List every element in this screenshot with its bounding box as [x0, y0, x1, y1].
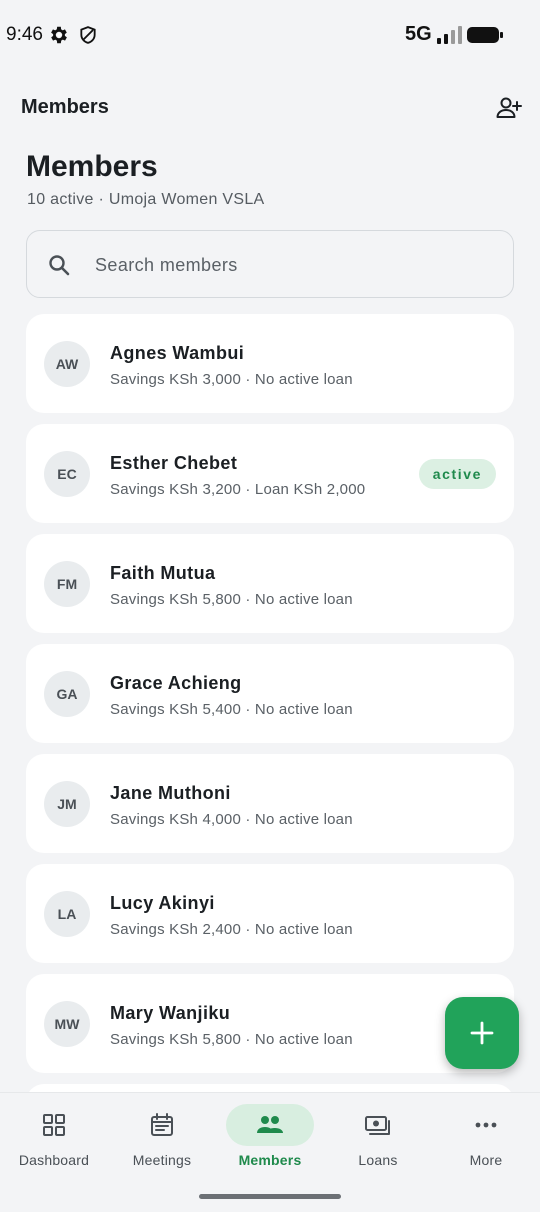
member-meta: Savings KSh 3,200 · Loan KSh 2,000: [110, 481, 366, 498]
status-badge: active: [418, 459, 496, 489]
member-name: Grace Achieng: [110, 673, 242, 693]
nav-item-loans[interactable]: Loans: [324, 1093, 432, 1193]
nav-icon-wrap: [118, 1104, 206, 1146]
nav-label: More: [469, 1152, 503, 1168]
member-meta: Savings KSh 5,400 · No active loan: [110, 701, 353, 718]
avatar: EC: [44, 451, 90, 497]
cash-icon: [365, 1116, 390, 1135]
nav-label: Dashboard: [18, 1152, 90, 1168]
avatar: FM: [44, 561, 90, 607]
add-member-button[interactable]: [490, 90, 528, 126]
gear-icon: [51, 26, 67, 44]
member-card[interactable]: LA Lucy Akinyi Savings KSh 2,400 · No ac…: [26, 864, 514, 963]
signal-icon: [437, 26, 462, 44]
nav-icon-wrap: [226, 1104, 314, 1146]
shield-icon: [80, 26, 96, 44]
avatar: AW: [44, 341, 90, 387]
nav-item-meetings[interactable]: Meetings: [108, 1093, 216, 1193]
nav-icon-wrap: [442, 1104, 530, 1146]
avatar: GA: [44, 671, 90, 717]
grid-icon: [43, 1114, 65, 1136]
battery-icon: [467, 27, 503, 43]
nav-icon-wrap: [334, 1104, 422, 1146]
nav-label: Members: [238, 1152, 302, 1168]
status-bar: 9:46 5G: [0, 0, 540, 70]
nav-item-more[interactable]: More: [432, 1093, 540, 1193]
app-bar: Members: [0, 80, 540, 136]
nav-label: Meetings: [132, 1152, 192, 1168]
status-time: 9:46: [6, 24, 43, 45]
member-card[interactable]: AW Agnes Wambui Savings KSh 3,000 · No a…: [26, 314, 514, 413]
avatar: LA: [44, 891, 90, 937]
member-card[interactable]: MW Mary Wanjiku Savings KSh 5,800 · No a…: [26, 974, 514, 1073]
member-name: Lucy Akinyi: [110, 893, 215, 913]
search-box[interactable]: [26, 230, 514, 298]
app-bar-title: Members: [21, 96, 109, 118]
member-name: Mary Wanjiku: [110, 1003, 231, 1023]
nav-label: Loans: [358, 1152, 398, 1168]
search-input[interactable]: [95, 249, 495, 281]
member-card[interactable]: EC Esther Chebet Savings KSh 3,200 · Loa…: [26, 424, 514, 523]
page-subtitle: 10 active · Umoja Women VSLA: [27, 191, 265, 208]
people-icon: [257, 1116, 283, 1133]
member-name: Esther Chebet: [110, 453, 238, 473]
member-list: AW Agnes Wambui Savings KSh 3,000 · No a…: [26, 314, 514, 1092]
avatar: JM: [44, 781, 90, 827]
nav-item-members[interactable]: Members: [216, 1093, 324, 1193]
member-name: Agnes Wambui: [110, 343, 245, 363]
member-name: Faith Mutua: [110, 563, 216, 583]
member-card[interactable]: FM Faith Mutua Savings KSh 5,800 · No ac…: [26, 534, 514, 633]
network-label: 5G: [405, 23, 432, 45]
more-dots-icon: [475, 1122, 497, 1128]
member-meta: Savings KSh 4,000 · No active loan: [110, 811, 353, 828]
member-card-partial[interactable]: [26, 1084, 514, 1092]
avatar: MW: [44, 1001, 90, 1047]
page-title: Members: [26, 150, 158, 183]
search-icon: [49, 255, 70, 276]
member-meta: Savings KSh 5,800 · No active loan: [110, 1031, 353, 1048]
member-card[interactable]: JM Jane Muthoni Savings KSh 4,000 · No a…: [26, 754, 514, 853]
member-card[interactable]: GA Grace Achieng Savings KSh 5,400 · No …: [26, 644, 514, 743]
add-person-icon: [496, 97, 522, 118]
add-fab-button[interactable]: [445, 997, 519, 1069]
member-meta: Savings KSh 5,800 · No active loan: [110, 591, 353, 608]
calendar-icon: [151, 1113, 173, 1136]
nav-item-dashboard[interactable]: Dashboard: [0, 1093, 108, 1193]
home-indicator[interactable]: [199, 1194, 341, 1199]
nav-icon-wrap: [10, 1104, 98, 1146]
member-meta: Savings KSh 2,400 · No active loan: [110, 921, 353, 938]
member-meta: Savings KSh 3,000 · No active loan: [110, 371, 353, 388]
member-name: Jane Muthoni: [110, 783, 231, 803]
plus-icon: [470, 1021, 494, 1045]
